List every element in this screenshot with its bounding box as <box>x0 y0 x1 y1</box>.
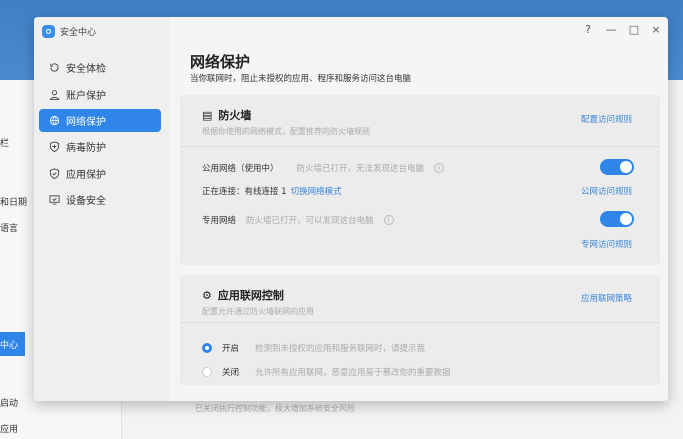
app-network-control-card: ⚙ 应用联网控制 配置允许通过防火墙联网的应用 应用联网策略 开启 检测到未授权的应… <box>180 275 660 385</box>
sidebar-item-network[interactable]: 网络保护 <box>39 109 161 132</box>
info-icon[interactable]: i <box>383 215 394 225</box>
globe-icon <box>49 115 60 126</box>
security-center-window: 安全中心 安全体检 账户保护 网络保护 病毒防护 应用保护 设备安全 ? — □… <box>34 17 668 401</box>
radio-button[interactable] <box>202 367 212 377</box>
sidebar-item-label: 应用保护 <box>66 170 106 181</box>
public-network-status: 防火墙已打开，无法发现这台电脑 <box>296 164 425 174</box>
bg-item: 语言 <box>0 224 19 234</box>
window-title: 安全中心 <box>60 28 97 38</box>
radio-off-desc: 允许所有应用联网，恶意应用易于篡改你的重要数据 <box>255 368 451 378</box>
user-icon <box>49 90 60 100</box>
settings-icon: ⚙ <box>202 288 212 302</box>
firewall-icon: ▤ <box>202 108 213 122</box>
sidebar-item-device[interactable]: 设备安全 <box>39 188 161 211</box>
page-subtitle: 当你联网时，阻止未授权的应用、程序和服务访问这台电脑 <box>190 74 412 84</box>
page-title: 网络保护 <box>190 53 251 71</box>
sidebar-item-app[interactable]: 应用保护 <box>39 162 161 185</box>
main-content: 网络保护 当你联网时，阻止未授权的应用、程序和服务访问这台电脑 ▤ 防火墙 根据你… <box>170 17 668 401</box>
private-network-label: 专用网络 <box>202 216 237 226</box>
radio-off[interactable]: 关闭 允许所有应用联网，恶意应用易于篡改你的重要数据 <box>202 366 451 378</box>
sidebar-item-checkup[interactable]: 安全体检 <box>39 56 161 79</box>
firewall-title: ▤ 防火墙 <box>202 107 251 123</box>
configure-rules-link[interactable]: 配置访问规则 <box>581 113 632 125</box>
monitor-icon <box>49 195 60 205</box>
bg-item-selected: 中心 <box>0 332 25 356</box>
refresh-icon <box>50 63 59 72</box>
sidebar-item-account[interactable]: 账户保护 <box>39 83 161 106</box>
public-network-row: 公用网络（使用中） 防火墙已打开，无法发现这台电脑 i <box>202 162 445 174</box>
private-firewall-toggle[interactable] <box>600 211 634 227</box>
public-network-label: 公用网络（使用中） <box>202 164 279 174</box>
connection-status: 正在连接：有线连接 1 <box>202 187 287 197</box>
sidebar-item-virus[interactable]: 病毒防护 <box>39 135 161 158</box>
radio-on-label: 开启 <box>222 344 240 354</box>
bg-item: 应用 <box>0 425 19 435</box>
firewall-desc: 根据你使用的网络模式，配置推荐的防火墙规则 <box>202 127 370 136</box>
private-rules-link[interactable]: 专网访问规则 <box>581 238 632 250</box>
info-icon[interactable]: i <box>434 163 445 173</box>
public-rules-link[interactable]: 公网访问规则 <box>581 185 632 197</box>
bg-warning-text: 已关闭执行控制功能，极大增加系统安全风险 <box>195 404 355 413</box>
sidebar-item-label: 网络保护 <box>66 117 106 128</box>
radio-button-checked[interactable] <box>202 343 212 353</box>
bg-item: 启动 <box>0 399 19 409</box>
shield-check-icon <box>49 168 60 179</box>
connection-row: 正在连接：有线连接 1 切换网络模式 <box>202 185 342 197</box>
radio-off-label: 关闭 <box>222 368 240 378</box>
shield-plus-icon <box>49 141 60 152</box>
appctl-title-text: 应用联网控制 <box>217 289 284 302</box>
sidebar: 安全中心 安全体检 账户保护 网络保护 病毒防护 应用保护 设备安全 <box>34 17 170 401</box>
private-network-status: 防火墙已打开，可以发现这台电脑 <box>246 216 374 226</box>
radio-on-desc: 检测到未授权的应用和服务联网时，请提示我 <box>255 344 426 354</box>
bg-item: 栏 <box>0 139 10 149</box>
firewall-header: ▤ 防火墙 根据你使用的网络模式，配置推荐的防火墙规则 配置访问规则 <box>180 95 660 147</box>
sidebar-item-label: 病毒防护 <box>66 143 106 154</box>
sidebar-item-label: 设备安全 <box>66 196 106 207</box>
public-firewall-toggle[interactable] <box>600 159 634 175</box>
private-network-row: 专用网络 防火墙已打开，可以发现这台电脑 i <box>202 214 394 226</box>
firewall-card: ▤ 防火墙 根据你使用的网络模式，配置推荐的防火墙规则 配置访问规则 公用网络（使… <box>180 95 660 265</box>
radio-on[interactable]: 开启 检测到未授权的应用和服务联网时，请提示我 <box>202 342 425 354</box>
firewall-title-text: 防火墙 <box>218 109 252 122</box>
app-network-policy-link[interactable]: 应用联网策略 <box>581 292 632 304</box>
sidebar-item-label: 账户保护 <box>66 91 106 102</box>
appctl-header: ⚙ 应用联网控制 配置允许通过防火墙联网的应用 应用联网策略 <box>180 275 660 323</box>
switch-mode-link[interactable]: 切换网络模式 <box>291 185 342 197</box>
app-logo-icon <box>42 25 55 38</box>
sidebar-item-label: 安全体检 <box>66 64 106 75</box>
appctl-desc: 配置允许通过防火墙联网的应用 <box>202 307 314 316</box>
appctl-title: ⚙ 应用联网控制 <box>202 287 284 303</box>
bg-item: 和日期 <box>0 198 28 208</box>
app-title: 安全中心 <box>42 25 96 38</box>
